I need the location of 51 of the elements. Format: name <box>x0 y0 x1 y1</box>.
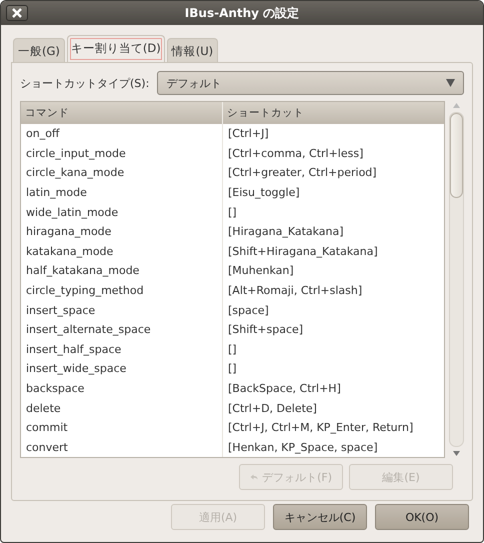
shortcut-cell-text: [Ctrl+greater, Ctrl+period] <box>227 165 378 182</box>
shortcut-cell-text: [Alt+Romaji, Ctrl+slash] <box>227 283 364 300</box>
command-cell: commit <box>21 418 223 438</box>
shortcut-cell-text: [Muhenkan] <box>227 263 295 280</box>
window-title: IBus-Anthy の設定 <box>184 4 300 22</box>
command-cell: half_katakana_mode <box>21 261 223 281</box>
shortcut-cell-text: [Ctrl+D, Delete] <box>227 400 318 417</box>
command-cell: circle_typing_method <box>21 280 223 300</box>
scroll-up-arrow-icon[interactable] <box>452 103 460 108</box>
command-cell: circle_input_mode <box>21 144 223 164</box>
dropdown-arrow-icon <box>446 79 455 87</box>
tab[interactable]: キー割り当て(D) <box>66 35 165 62</box>
shortcut-cell-text: [Shift+space] <box>227 322 304 338</box>
scroll-thumb[interactable] <box>450 113 462 198</box>
command-cell: katakana_mode <box>21 242 223 262</box>
dialog-button[interactable]: キャンセル(C) <box>273 504 367 530</box>
shortcut-cell-text: [] <box>227 361 238 378</box>
command-cell: backspace <box>21 378 223 398</box>
scroll-down-arrow-icon[interactable] <box>452 451 460 456</box>
tab[interactable]: 一般(G) <box>13 38 65 62</box>
command-cell: circle_kana_mode <box>21 163 223 183</box>
shortcut-cell-text: [BackSpace, Ctrl+H] <box>227 381 342 398</box>
shortcut-cell-text: [] <box>227 204 238 221</box>
command-cell: hiragana_mode <box>21 222 223 242</box>
command-cell: on_off <box>21 124 223 144</box>
shortcut-cell-text: [Ctrl+comma, Ctrl+less] <box>227 146 364 162</box>
shortcut-cell-text: [Shift+Hiragana_Katakana] <box>227 244 379 260</box>
shortcut-cell-text: [Eisu_toggle] <box>227 185 301 202</box>
command-cell: latin_mode <box>21 182 223 202</box>
shortcut-type-dropdown[interactable]: デフォルト <box>157 71 464 95</box>
column-header[interactable]: コマンド <box>21 102 223 124</box>
shortcut-type-label: ショートカットタイプ(S): <box>20 76 150 90</box>
command-cell: insert_alternate_space <box>21 320 223 340</box>
tab[interactable]: 情報(U) <box>166 38 218 62</box>
shortcut-cell-text: [Ctrl+J, Ctrl+M, KP_Enter, Return] <box>227 420 414 436</box>
column-header[interactable]: ショートカット <box>223 102 444 124</box>
command-cell: insert_space <box>21 300 223 320</box>
command-cell: insert_wide_space <box>21 359 223 379</box>
scrollbar[interactable] <box>448 101 464 458</box>
dialog-button[interactable]: OK(O) <box>375 504 469 530</box>
close-button[interactable] <box>6 5 28 21</box>
command-cell: convert <box>21 438 223 458</box>
shortcut-cell-text: [] <box>227 342 238 358</box>
shortcut-cell-text: [Henkan, KP_Space, space] <box>227 440 379 456</box>
shortcut-cell-text: [space] <box>227 302 270 319</box>
shortcut-cell-text: [Ctrl+J] <box>227 126 270 142</box>
shortcut-cell-text: [Hiragana_Katakana] <box>227 224 345 240</box>
command-cell: insert_half_space <box>21 340 223 360</box>
command-cell: wide_latin_mode <box>21 202 223 222</box>
close-icon <box>11 7 23 19</box>
command-cell: delete <box>21 398 223 418</box>
